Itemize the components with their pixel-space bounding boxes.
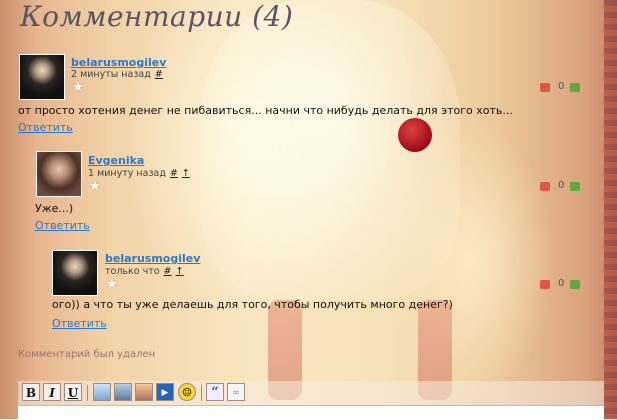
star-icon[interactable]: ★	[72, 80, 84, 95]
reply-link[interactable]: Ответить	[18, 121, 73, 134]
bold-button[interactable]: B	[22, 383, 40, 401]
link-icon[interactable]: ∞	[227, 383, 245, 401]
time-text: 2 минуты назад	[71, 69, 151, 80]
vote-widget: 0	[540, 81, 590, 95]
thumbs-down-icon[interactable]	[540, 280, 550, 289]
thumbs-down-icon[interactable]	[540, 182, 550, 191]
thumbs-down-icon[interactable]	[540, 83, 550, 92]
permalink[interactable]: #	[170, 168, 178, 179]
comment-text: от просто хотения денег не пибавиться...…	[18, 104, 513, 117]
vote-count: 0	[558, 81, 565, 92]
comment-text: Уже...)	[35, 202, 74, 215]
apple-image	[398, 118, 432, 152]
star-icon[interactable]: ★	[106, 277, 118, 292]
username-link[interactable]: belarusmogilev	[105, 252, 200, 265]
play-icon[interactable]: ▶	[156, 383, 174, 401]
avatar[interactable]	[19, 54, 65, 100]
username-link[interactable]: Evgenika	[88, 154, 144, 167]
thumbs-up-icon[interactable]	[570, 83, 580, 92]
vote-widget: 0	[540, 278, 590, 292]
italic-button[interactable]: I	[43, 383, 61, 401]
reply-link[interactable]: Ответить	[52, 317, 107, 330]
permalink[interactable]: #	[155, 69, 163, 80]
toolbar-separator	[201, 385, 202, 401]
toolbar-separator	[87, 385, 88, 401]
thumbs-up-icon[interactable]	[570, 182, 580, 191]
deleted-comment-note: Комментарий был удален	[18, 349, 156, 360]
avatar[interactable]	[36, 151, 82, 197]
vote-widget: 0	[540, 180, 590, 194]
time-text: 1 минуту назад	[88, 168, 166, 179]
right-edge-pattern	[604, 0, 617, 419]
audio-icon[interactable]	[135, 383, 153, 401]
image-icon[interactable]	[93, 383, 111, 401]
comment-textarea[interactable]	[18, 405, 604, 420]
reply-link[interactable]: Ответить	[35, 219, 90, 232]
editor-toolbar: B I U ▶ ☺ “ ∞	[18, 381, 604, 405]
star-icon[interactable]: ★	[89, 179, 101, 194]
parent-link[interactable]: ↑	[182, 168, 190, 179]
quote-icon[interactable]: “	[206, 383, 224, 401]
comment-time: 1 минуту назад # ↑	[88, 168, 190, 179]
comment-text: ого)) а что ты уже делаешь для того, что…	[52, 298, 453, 311]
thumbs-up-icon[interactable]	[570, 280, 580, 289]
vote-count: 0	[558, 180, 565, 191]
comment-time: 2 минуты назад #	[71, 69, 163, 80]
avatar[interactable]	[52, 250, 98, 296]
underline-button[interactable]: U	[64, 383, 82, 401]
username-link[interactable]: belarusmogilev	[71, 56, 166, 69]
vote-count: 0	[558, 278, 565, 289]
permalink[interactable]: #	[164, 266, 172, 277]
parent-link[interactable]: ↑	[176, 266, 184, 277]
page-title: Комментарии (4)	[20, 0, 294, 33]
time-text: только что	[105, 266, 160, 277]
comment-time: только что # ↑	[105, 266, 183, 277]
video-icon[interactable]	[114, 383, 132, 401]
smile-icon[interactable]: ☺	[178, 383, 196, 401]
